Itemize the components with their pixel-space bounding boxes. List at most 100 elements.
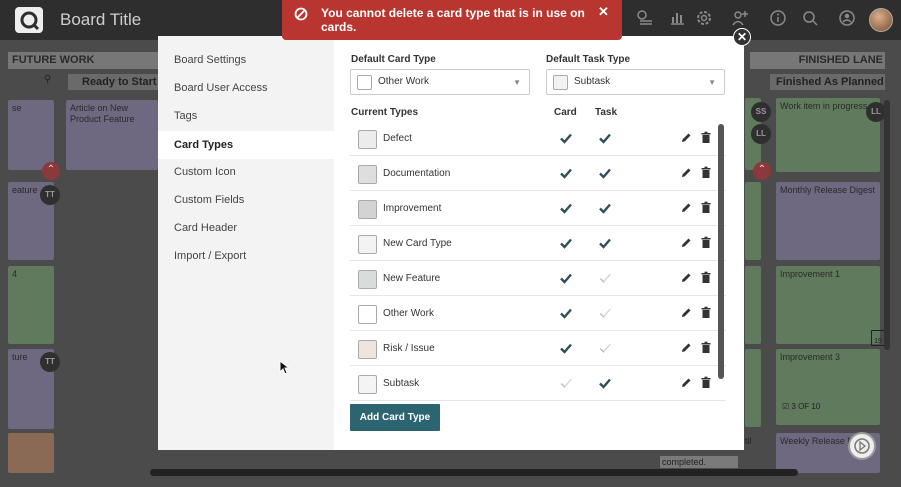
card-enabled-check-icon[interactable] (559, 341, 573, 355)
card-column-header: Card (554, 107, 577, 118)
nav-custom-fields[interactable]: Custom Fields (158, 186, 334, 214)
edit-pencil-icon[interactable] (680, 201, 692, 214)
type-name: New Card Type (383, 238, 452, 249)
board-card[interactable]: Monthly Release Digest (776, 182, 880, 260)
close-modal-icon[interactable]: ✕ (733, 28, 751, 46)
edit-pencil-icon[interactable] (680, 166, 692, 179)
assignee-badge[interactable]: LL (866, 102, 886, 122)
collapse-up-icon[interactable]: ⌃ (753, 162, 771, 180)
card-enabled-check-icon[interactable] (559, 236, 573, 250)
card-type-row[interactable]: New Card Type (350, 226, 726, 261)
assignee-badge[interactable]: LL (751, 124, 771, 144)
toast-message: You cannot delete a card type that is in… (321, 6, 585, 34)
task-enabled-check-icon[interactable] (598, 166, 612, 180)
delete-trash-icon[interactable] (700, 201, 712, 214)
blocked-icon (294, 7, 308, 21)
edit-pencil-icon[interactable] (680, 271, 692, 284)
close-icon[interactable]: ✕ (598, 5, 609, 19)
default-card-type-select[interactable]: Other Work ▼ (350, 69, 530, 95)
card-filter-icon[interactable] (634, 9, 656, 31)
delete-trash-icon[interactable] (700, 236, 712, 249)
settings-gear-icon[interactable] (693, 9, 715, 31)
delete-trash-icon[interactable] (700, 131, 712, 144)
edit-pencil-icon[interactable] (680, 376, 692, 389)
card-type-row[interactable]: Defect (350, 121, 726, 156)
board-card[interactable] (745, 349, 761, 427)
task-enabled-check-icon[interactable] (598, 201, 612, 215)
edit-pencil-icon[interactable] (680, 306, 692, 319)
board-title[interactable]: Board Title (60, 10, 141, 30)
type-list-scrollbar[interactable] (718, 124, 724, 379)
delete-trash-icon[interactable] (700, 166, 712, 179)
card-type-row[interactable]: New Feature (350, 261, 726, 296)
nav-card-types[interactable]: Card Types (158, 131, 334, 159)
delete-trash-icon[interactable] (700, 376, 712, 389)
collapse-up-icon[interactable]: ⌃ (42, 162, 60, 180)
task-enabled-check-icon[interactable] (598, 131, 612, 145)
delete-trash-icon[interactable] (700, 271, 712, 284)
card-enabled-check-icon[interactable] (559, 271, 573, 285)
card-enabled-check-icon[interactable] (559, 166, 573, 180)
analytics-icon[interactable] (666, 9, 688, 31)
lane-subheader-finished[interactable]: Finished As Planned (770, 74, 885, 90)
delete-trash-icon[interactable] (700, 306, 712, 319)
board-card[interactable] (745, 266, 761, 344)
info-icon[interactable] (767, 9, 789, 31)
task-disabled-check-icon[interactable] (598, 306, 612, 320)
card-enabled-check-icon[interactable] (559, 306, 573, 320)
card-type-row[interactable]: Improvement (350, 191, 726, 226)
lane-header-future-work[interactable]: FUTURE WORK (8, 52, 158, 69)
logo-icon[interactable] (14, 6, 44, 34)
board-card[interactable]: 4 (8, 266, 54, 344)
help-icon[interactable] (848, 432, 876, 460)
card-type-row[interactable]: Documentation (350, 156, 726, 191)
card-type-row[interactable]: Subtask (350, 366, 726, 401)
user-avatar[interactable] (869, 8, 893, 32)
delete-trash-icon[interactable] (700, 341, 712, 354)
board-card[interactable] (745, 182, 761, 260)
nav-import-export[interactable]: Import / Export (158, 242, 334, 270)
chevron-down-icon: ▼ (708, 78, 716, 87)
lane-header-finished[interactable]: FINISHED LANE (750, 52, 885, 69)
board-card[interactable]: se (8, 100, 54, 170)
notifications-icon[interactable] (836, 9, 858, 31)
board-card[interactable]: Improvement 3 (776, 349, 880, 425)
nav-custom-icon[interactable]: Custom Icon (158, 158, 334, 186)
task-disabled-check-icon[interactable] (598, 271, 612, 285)
nav-board-user-access[interactable]: Board User Access (158, 74, 334, 102)
card-type-row[interactable]: Risk / Issue (350, 331, 726, 366)
nav-tags[interactable]: Tags (158, 102, 334, 130)
lane-subheader-ready[interactable]: Ready to Start (68, 74, 158, 90)
edit-pencil-icon[interactable] (680, 341, 692, 354)
assignee-badge[interactable]: TT (40, 352, 60, 372)
lane-sort-icon[interactable]: ⚲ (44, 74, 51, 85)
add-card-type-button[interactable]: Add Card Type (350, 404, 440, 431)
search-icon[interactable] (799, 9, 821, 31)
chevron-down-icon: ▼ (513, 78, 521, 87)
task-disabled-check-icon[interactable] (598, 341, 612, 355)
board-card[interactable] (8, 433, 54, 473)
edit-pencil-icon[interactable] (680, 236, 692, 249)
card-type-row[interactable]: Other Work (350, 296, 726, 331)
card-enabled-check-icon[interactable] (559, 131, 573, 145)
assignee-badge[interactable]: SS (751, 102, 771, 122)
task-enabled-check-icon[interactable] (598, 376, 612, 390)
task-column-header: Task (595, 107, 618, 118)
board-horizontal-scrollbar[interactable] (150, 469, 798, 476)
card-enabled-check-icon[interactable] (559, 201, 573, 215)
assignee-badge[interactable]: TT (40, 185, 60, 205)
task-enabled-check-icon[interactable] (598, 236, 612, 250)
board-vertical-scrollbar[interactable] (884, 100, 890, 350)
nav-board-settings[interactable]: Board Settings (158, 46, 334, 74)
settings-nav: Board Settings Board User Access Tags Ca… (158, 36, 334, 450)
edit-pencil-icon[interactable] (680, 131, 692, 144)
board-card[interactable]: Work item in progress (776, 98, 880, 172)
board-card[interactable]: Article on New Product Feature (66, 100, 158, 170)
calendar-icon[interactable]: 19 (871, 330, 885, 346)
nav-card-header[interactable]: Card Header (158, 214, 334, 242)
default-task-type-select[interactable]: Subtask ▼ (546, 69, 725, 95)
card-disabled-check-icon[interactable] (559, 376, 573, 390)
task-progress: ☑ 3 OF 10 (782, 402, 821, 411)
type-color-swatch (358, 130, 377, 149)
board-card[interactable]: Improvement 1 (776, 266, 880, 344)
